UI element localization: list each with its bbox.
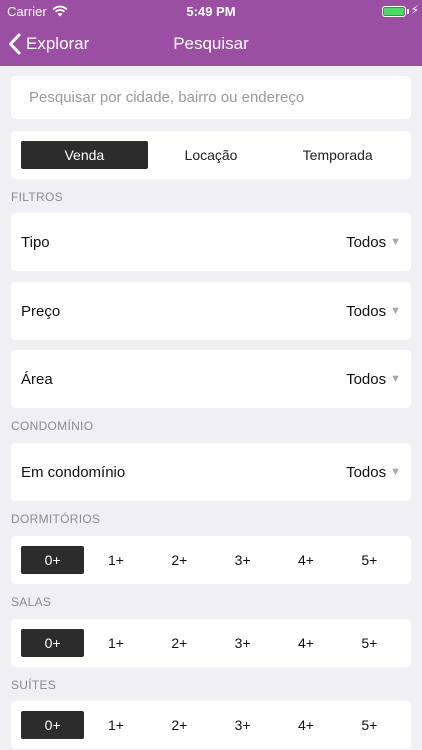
search-card (11, 76, 411, 119)
filter-value-wrap: Todos ▼ (346, 234, 401, 251)
dropdown-triangle-icon: ▼ (390, 373, 401, 385)
suites-card: 0+ 1+ 2+ 3+ 4+ 5+ (11, 701, 411, 749)
suites-option[interactable]: 4+ (274, 711, 337, 739)
dropdown-triangle-icon: ▼ (390, 305, 401, 317)
filter-value: Todos (346, 302, 387, 320)
filter-value: Todos (346, 233, 387, 251)
status-bar: Carrier 5:49 PM ⚡ (0, 0, 422, 22)
dormitorios-selector: 0+ 1+ 2+ 3+ 4+ 5+ (21, 546, 401, 574)
dormitorios-card: 0+ 1+ 2+ 3+ 4+ 5+ (11, 536, 411, 584)
battery-tip (407, 9, 409, 14)
chevron-left-icon (8, 33, 21, 55)
dropdown-triangle-icon: ▼ (390, 236, 401, 248)
filter-label: Preço (21, 302, 61, 320)
salas-option[interactable]: 2+ (148, 629, 211, 657)
filter-value-wrap: Todos ▼ (346, 371, 401, 388)
transaction-type-segmented-control: Venda Locação Temporada (21, 141, 401, 169)
salas-option[interactable]: 4+ (274, 629, 337, 657)
navigation-bar: Explorar Pesquisar (0, 22, 422, 66)
salas-option[interactable]: 5+ (338, 629, 401, 657)
filter-card-area: Área Todos ▼ (11, 350, 411, 408)
tab-locacao[interactable]: Locação (148, 141, 275, 169)
dropdown-triangle-icon: ▼ (390, 466, 401, 478)
filter-card-condominio: Em condomínio Todos ▼ (11, 443, 411, 501)
bolt-icon: ⚡ (410, 3, 419, 17)
search-input[interactable] (11, 76, 411, 119)
suites-selector: 0+ 1+ 2+ 3+ 4+ 5+ (21, 711, 401, 739)
filter-row-em-condominio[interactable]: Em condomínio Todos ▼ (11, 443, 411, 501)
filter-label: Tipo (21, 233, 50, 251)
filter-label: Área (21, 370, 53, 388)
clock: 5:49 PM (186, 4, 236, 19)
salas-option[interactable]: 3+ (211, 629, 274, 657)
tab-temporada[interactable]: Temporada (274, 141, 401, 169)
salas-option[interactable]: 1+ (84, 629, 147, 657)
filter-value: Todos (346, 463, 387, 481)
section-title-condominio: CONDOMÍNIO (11, 419, 94, 433)
suites-option[interactable]: 1+ (84, 711, 147, 739)
dormitorios-option[interactable]: 2+ (148, 546, 211, 574)
battery-icon (382, 6, 406, 17)
suites-option[interactable]: 0+ (21, 711, 85, 739)
section-title-suites: SUÍTES (11, 678, 57, 692)
suites-option[interactable]: 3+ (211, 711, 274, 739)
back-label: Explorar (26, 34, 90, 53)
transaction-type-card: Venda Locação Temporada (11, 131, 411, 179)
salas-option[interactable]: 0+ (21, 629, 85, 657)
dormitorios-option[interactable]: 0+ (21, 546, 85, 574)
filter-card-tipo: Tipo Todos ▼ (11, 213, 411, 271)
dormitorios-option[interactable]: 4+ (274, 546, 337, 574)
dormitorios-option[interactable]: 1+ (84, 546, 147, 574)
filter-row-tipo[interactable]: Tipo Todos ▼ (11, 213, 411, 271)
filter-card-preco: Preço Todos ▼ (11, 282, 411, 340)
filter-row-area[interactable]: Área Todos ▼ (11, 350, 411, 408)
section-title-dormitorios: DORMITÓRIOS (11, 512, 101, 526)
section-title-filtros: FILTROS (11, 190, 63, 204)
section-title-salas: SALAS (11, 595, 52, 609)
filter-value-wrap: Todos ▼ (346, 464, 401, 481)
suites-option[interactable]: 2+ (148, 711, 211, 739)
filter-label: Em condomínio (21, 463, 126, 481)
filter-value: Todos (346, 370, 387, 388)
dormitorios-option[interactable]: 3+ (211, 546, 274, 574)
back-button[interactable]: Explorar (8, 31, 89, 57)
salas-selector: 0+ 1+ 2+ 3+ 4+ 5+ (21, 629, 401, 657)
suites-option[interactable]: 5+ (338, 711, 401, 739)
dormitorios-option[interactable]: 5+ (338, 546, 401, 574)
filter-row-preco[interactable]: Preço Todos ▼ (11, 282, 411, 340)
tab-venda[interactable]: Venda (21, 141, 148, 169)
salas-card: 0+ 1+ 2+ 3+ 4+ 5+ (11, 619, 411, 667)
filter-value-wrap: Todos ▼ (346, 303, 401, 320)
